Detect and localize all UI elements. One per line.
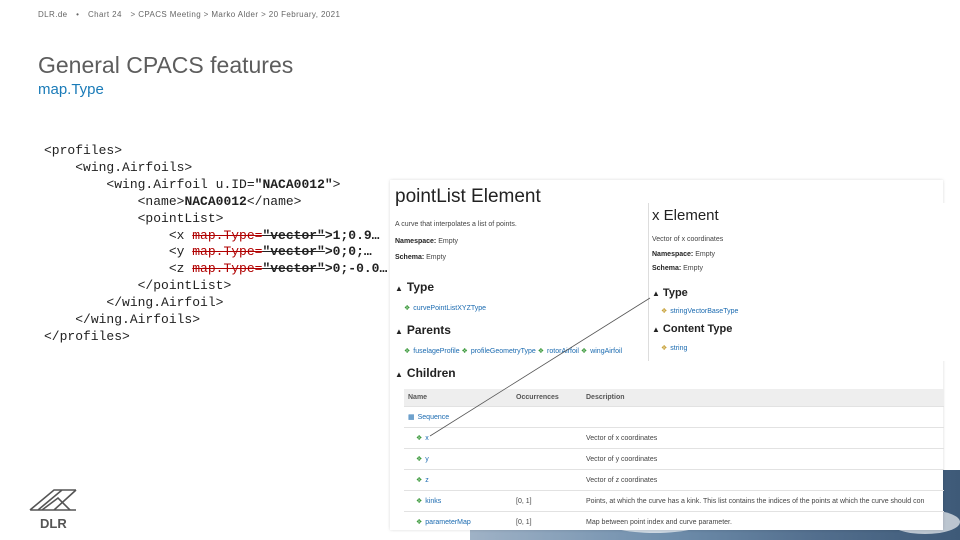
column-header-occurrences: Occurrences (512, 389, 582, 407)
child-name-link[interactable]: ❖ y (404, 448, 512, 470)
svg-text:DLR: DLR (40, 516, 67, 531)
xml-code-block: <profiles> <wing.Airfoils> <wing.Airfoil… (44, 143, 387, 346)
pointlist-title: pointList Element (395, 186, 541, 207)
x-type-link[interactable]: ❖ stringVectorBaseType (661, 307, 738, 315)
code-line: <pointList> (137, 210, 224, 226)
code-line: <profiles> (44, 143, 123, 158)
child-description: Vector of y coordinates (582, 448, 944, 470)
content-type-link[interactable]: ❖ string (661, 344, 687, 352)
link-icon: ❖ (404, 348, 411, 355)
parent-link[interactable]: rotorAirfoil (547, 348, 579, 355)
link-icon: ❖ (416, 456, 423, 463)
child-description: Vector of x coordinates (582, 427, 944, 449)
type-icon: ❖ (661, 308, 668, 315)
child-name-link[interactable]: ❖ kinks (404, 490, 512, 512)
child-occurrences (512, 448, 582, 470)
link-icon: ❖ (416, 519, 423, 526)
table-row: ▦ Sequence (404, 406, 944, 428)
code-line: <x map.Type="vector">1;0.9… (168, 227, 380, 243)
x-element-schema: Schema: Empty (652, 265, 703, 272)
table-row: ❖ parameterMap [0, 1] Map between point i… (404, 511, 944, 532)
header-separator: • (76, 10, 80, 19)
meeting-breadcrumb: > CPACS Meeting > Marko Alder > 20 Febru… (130, 10, 341, 19)
code-line: <wing.Airfoil u.ID="NACA0012"> (106, 176, 341, 192)
child-name-link[interactable]: ❖ parameterMap (404, 511, 512, 532)
table-row: ❖ kinks [0, 1] Points, at which the curve… (404, 490, 944, 512)
dlr-logo: DLR (24, 488, 82, 532)
x-element-title: x Element (652, 207, 719, 224)
dlr-logo-icon: DLR (29, 489, 77, 531)
x-element-description: Vector of x coordinates (652, 236, 724, 243)
code-line: <y map.Type="vector">0;0;… (168, 244, 372, 260)
sequence-cell: ▦ Sequence (404, 406, 944, 428)
pointlist-description: A curve that interpolates a list of poin… (395, 221, 517, 228)
content-type-section-heading[interactable]: ▲ Content Type (652, 323, 732, 335)
table-row: ❖ x Vector of x coordinates (404, 427, 944, 449)
parent-link[interactable]: profileGeometryType (471, 348, 536, 355)
child-occurrences (512, 469, 582, 491)
site-label: DLR.de (38, 10, 68, 19)
type-section-heading[interactable]: ▲ Type (395, 280, 434, 294)
link-icon: ❖ (537, 348, 545, 355)
link-icon: ❖ (404, 305, 411, 312)
pointlist-namespace: Namespace: Empty (395, 238, 459, 245)
column-header-name: Name (404, 389, 512, 407)
parents-links: ❖ fuselageProfile ❖ profileGeometryType ❖ r… (404, 347, 622, 355)
type-link[interactable]: ❖ curvePointListXYZType (404, 304, 486, 312)
child-occurrences (512, 427, 582, 449)
code-line: </wing.Airfoil> (106, 295, 224, 311)
children-section-heading[interactable]: ▲ Children (395, 366, 456, 380)
child-name-link[interactable]: ❖ z (404, 469, 512, 491)
link-icon: ❖ (416, 477, 423, 484)
code-line: <name>NACA0012</name> (137, 193, 302, 209)
link-icon: ❖ (580, 348, 588, 355)
code-line: </wing.Airfoils> (75, 312, 201, 328)
pointlist-schema: Schema: Empty (395, 254, 446, 261)
children-table: Name Occurrences Description ▦ Sequence ❖… (404, 389, 944, 532)
child-name-link[interactable]: ❖ x (404, 427, 512, 449)
link-icon: ❖ (416, 435, 423, 442)
header-bar: DLR.de • Chart 24 > CPACS Meeting > Mark… (38, 10, 346, 19)
table-row: ❖ z Vector of z coordinates (404, 469, 944, 491)
type-icon: ❖ (661, 345, 668, 352)
collapse-triangle-icon: ▲ (395, 284, 403, 293)
child-occurrences: [0, 1] (512, 511, 582, 532)
table-row: ❖ y Vector of y coordinates (404, 448, 944, 470)
table-header-row: Name Occurrences Description (404, 389, 944, 407)
child-description: Vector of z coordinates (582, 469, 944, 491)
column-header-description: Description (582, 389, 944, 407)
parent-link[interactable]: fuselageProfile (413, 348, 459, 355)
collapse-triangle-icon: ▲ (652, 325, 660, 334)
child-occurrences: [0, 1] (512, 490, 582, 512)
sequence-icon: ▦ (408, 414, 415, 421)
child-description: Map between point index and curve parame… (582, 511, 944, 532)
parents-section-heading[interactable]: ▲ Parents (395, 323, 451, 337)
x-element-doc-panel: x Element Vector of x coordinates Namesp… (648, 203, 960, 361)
link-icon: ❖ (416, 498, 423, 505)
x-type-section-heading[interactable]: ▲ Type (652, 287, 688, 299)
collapse-triangle-icon: ▲ (652, 289, 660, 298)
slide-subtitle: map.Type (38, 81, 104, 98)
link-icon: ❖ (461, 348, 468, 355)
code-line: <wing.Airfoils> (75, 159, 193, 175)
code-line: </profiles> (44, 328, 130, 344)
parent-link[interactable]: wingAirfoil (590, 348, 622, 355)
collapse-triangle-icon: ▲ (395, 370, 403, 379)
chart-label: Chart 24 (87, 10, 122, 19)
slide-title: General CPACS features (38, 52, 294, 78)
code-line: <z map.Type="vector">0;-0.0… (168, 261, 388, 277)
child-description: Points, at which the curve has a kink. T… (582, 490, 944, 512)
code-line: </pointList> (137, 278, 232, 294)
collapse-triangle-icon: ▲ (395, 327, 403, 336)
x-element-namespace: Namespace: Empty (652, 251, 716, 258)
